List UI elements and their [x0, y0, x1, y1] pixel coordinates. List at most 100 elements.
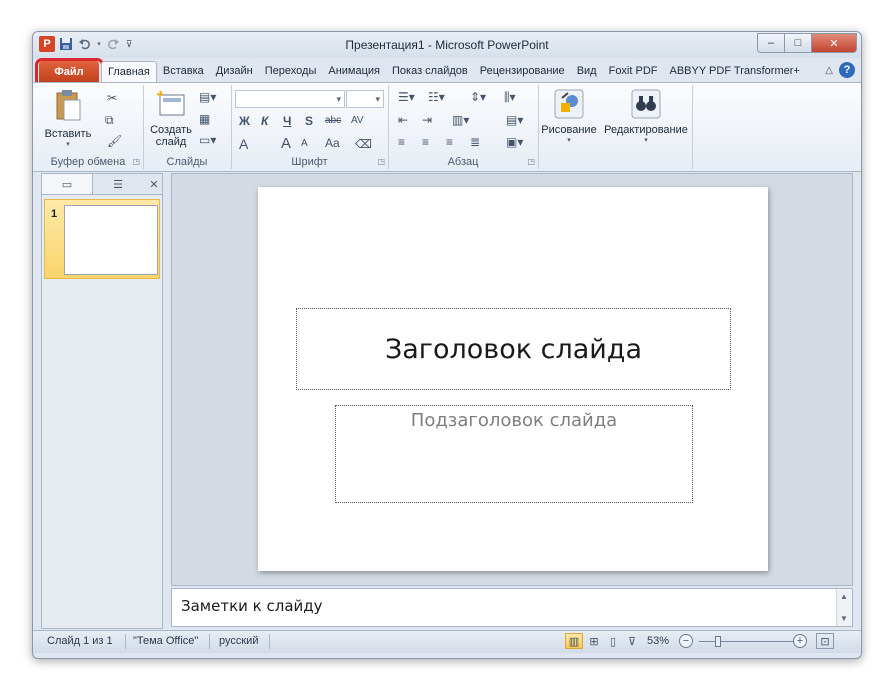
slide-edit-area: Заголовок слайда Подзаголовок слайда — [171, 173, 853, 586]
font-color-button[interactable]: A — [239, 136, 248, 152]
language-status[interactable]: русский — [219, 635, 258, 647]
ribbon-tabs: Главная Вставка Дизайн Переходы Анимация Пока… — [101, 61, 806, 82]
align-text-icon[interactable]: ▤▾ — [506, 113, 523, 127]
drawing-group: Рисование ▾ — [538, 85, 600, 169]
status-divider — [269, 634, 270, 649]
reset-icon[interactable]: ▦ — [199, 112, 210, 126]
reading-view-button[interactable]: ▯ — [604, 633, 622, 649]
tab-4[interactable]: Анимация — [322, 61, 386, 82]
slide-sorter-button[interactable]: ⊞ — [585, 633, 603, 649]
text-direction-icon[interactable]: ▥▾ — [452, 113, 469, 127]
normal-view-button[interactable]: ▥ — [565, 633, 583, 649]
layout-icon[interactable]: ▤▾ — [199, 90, 216, 104]
notes-scrollbar[interactable]: ▲ ▼ — [836, 589, 852, 626]
slide-number-status: Слайд 1 из 1 — [47, 635, 113, 647]
zoom-out-button[interactable]: − — [679, 634, 693, 648]
italic-button[interactable]: К — [261, 114, 268, 128]
tab-1[interactable]: Вставка — [157, 61, 210, 82]
fit-to-window-button[interactable]: ⊡ — [816, 633, 834, 649]
paste-button[interactable]: Вставить ▾ — [43, 89, 93, 148]
tab-8[interactable]: Foxit PDF — [603, 61, 664, 82]
numbering-icon[interactable]: ☷▾ — [428, 90, 445, 104]
normal-view-icon: ▥ — [568, 635, 580, 648]
bold-button[interactable]: Ж — [239, 114, 250, 128]
scroll-down-icon[interactable]: ▼ — [840, 614, 848, 623]
dialog-launcher-icon[interactable]: ◳ — [527, 157, 535, 166]
change-case-button[interactable]: Aa — [325, 136, 340, 150]
status-bar: Слайд 1 из 1 "Тема Office" русский ▥ ⊞ ▯… — [33, 630, 861, 653]
tab-3[interactable]: Переходы — [259, 61, 323, 82]
clear-formatting-icon[interactable]: ⌫ — [355, 137, 372, 151]
close-pane-button[interactable]: ✕ — [146, 174, 162, 194]
new-slide-button[interactable]: Создать слайд — [149, 89, 193, 148]
clipboard-group-label: Буфер обмена — [50, 156, 126, 168]
font-size-combo[interactable]: ▾ — [346, 90, 384, 108]
title-placeholder[interactable]: Заголовок слайда — [296, 308, 731, 390]
slide-thumbnail-number: 1 — [51, 208, 58, 220]
columns-icon[interactable]: ⫼▾ — [504, 90, 516, 105]
status-divider — [125, 634, 126, 649]
scroll-up-icon[interactable]: ▲ — [840, 592, 848, 601]
slides-tab-icon: ▭ — [61, 178, 73, 191]
tab-0[interactable]: Главная — [101, 61, 157, 82]
dialog-launcher-icon[interactable]: ◳ — [377, 157, 385, 166]
grow-font-button[interactable]: A — [281, 135, 291, 152]
slideshow-button[interactable]: ⊽ — [623, 633, 641, 649]
shapes-icon — [554, 89, 584, 119]
notes-pane[interactable]: Заметки к слайду ▲ ▼ — [171, 588, 853, 627]
slides-pane: ▭ ☰ ✕ 1 — [41, 173, 163, 629]
chevron-down-icon: ▾ — [644, 137, 648, 144]
chevron-down-icon: ▾ — [567, 137, 571, 144]
align-left-icon[interactable]: ≡ — [398, 135, 405, 149]
tab-5[interactable]: Показ слайдов — [386, 61, 474, 82]
bullets-icon[interactable]: ☰▾ — [398, 90, 415, 104]
section-icon[interactable]: ▭▾ — [199, 133, 216, 147]
character-spacing-button[interactable]: AV — [351, 115, 364, 126]
tab-6[interactable]: Рецензирование — [474, 61, 571, 82]
minimize-ribbon-icon[interactable]: △ — [825, 65, 833, 76]
smartart-icon[interactable]: ▣▾ — [506, 135, 523, 149]
increase-indent-icon[interactable]: ⇥ — [422, 113, 432, 127]
close-button[interactable]: ✕ — [811, 33, 857, 53]
window-controls: – □ ✕ — [757, 33, 857, 53]
align-right-icon[interactable]: ≡ — [446, 135, 453, 149]
format-painter-icon[interactable]: 🖌 — [107, 134, 122, 148]
subtitle-placeholder[interactable]: Подзаголовок слайда — [335, 405, 693, 503]
zoom-level[interactable]: 53% — [647, 635, 669, 647]
slide-thumbnail[interactable] — [64, 205, 158, 275]
underline-button[interactable]: Ч — [283, 114, 291, 128]
tab-7[interactable]: Вид — [571, 61, 603, 82]
font-name-combo[interactable]: ▾ — [235, 90, 345, 108]
new-slide-label-line1: Создать — [150, 124, 192, 136]
new-slide-icon — [156, 90, 185, 116]
ribbon: Вставить ▾ ✂ ⧉ 🖌 Буфер обмена ◳ Создать … — [33, 82, 861, 172]
line-spacing-icon[interactable]: ⇕▾ — [470, 90, 486, 104]
copy-icon[interactable]: ⧉ — [105, 113, 114, 128]
notes-placeholder[interactable]: Заметки к слайду — [181, 597, 323, 615]
shrink-font-button[interactable]: A — [301, 138, 308, 149]
strikethrough-button[interactable]: abc — [325, 115, 341, 126]
editing-group: Редактирование ▾ — [600, 85, 693, 169]
justify-icon[interactable]: ≣ — [470, 135, 480, 149]
tab-2[interactable]: Дизайн — [210, 61, 259, 82]
slide-canvas[interactable]: Заголовок слайда Подзаголовок слайда — [258, 187, 768, 571]
slides-tab[interactable]: ▭ — [42, 174, 93, 194]
minimize-button[interactable]: – — [757, 33, 784, 53]
zoom-slider-track[interactable] — [699, 641, 799, 642]
help-icon[interactable]: ? — [839, 62, 855, 78]
new-slide-label-line2: слайд — [155, 136, 187, 148]
outline-tab[interactable]: ☰ — [93, 174, 143, 194]
slides-group-label: Слайды — [166, 156, 208, 168]
cut-icon[interactable]: ✂ — [107, 91, 117, 105]
decrease-indent-icon[interactable]: ⇤ — [398, 113, 408, 127]
dialog-launcher-icon[interactable]: ◳ — [132, 157, 140, 166]
zoom-in-button[interactable]: + — [793, 634, 807, 648]
align-center-icon[interactable]: ≡ — [422, 135, 429, 149]
maximize-button[interactable]: □ — [784, 33, 811, 53]
editing-button[interactable]: Редактирование ▾ — [600, 89, 692, 144]
zoom-slider-thumb[interactable] — [715, 636, 721, 647]
shadow-button[interactable]: S — [305, 114, 313, 128]
drawing-button[interactable]: Рисование ▾ — [538, 89, 600, 144]
tab-9[interactable]: ABBYY PDF Transformer+ — [664, 61, 806, 82]
slide-thumbnail-selected[interactable]: 1 — [44, 199, 160, 279]
